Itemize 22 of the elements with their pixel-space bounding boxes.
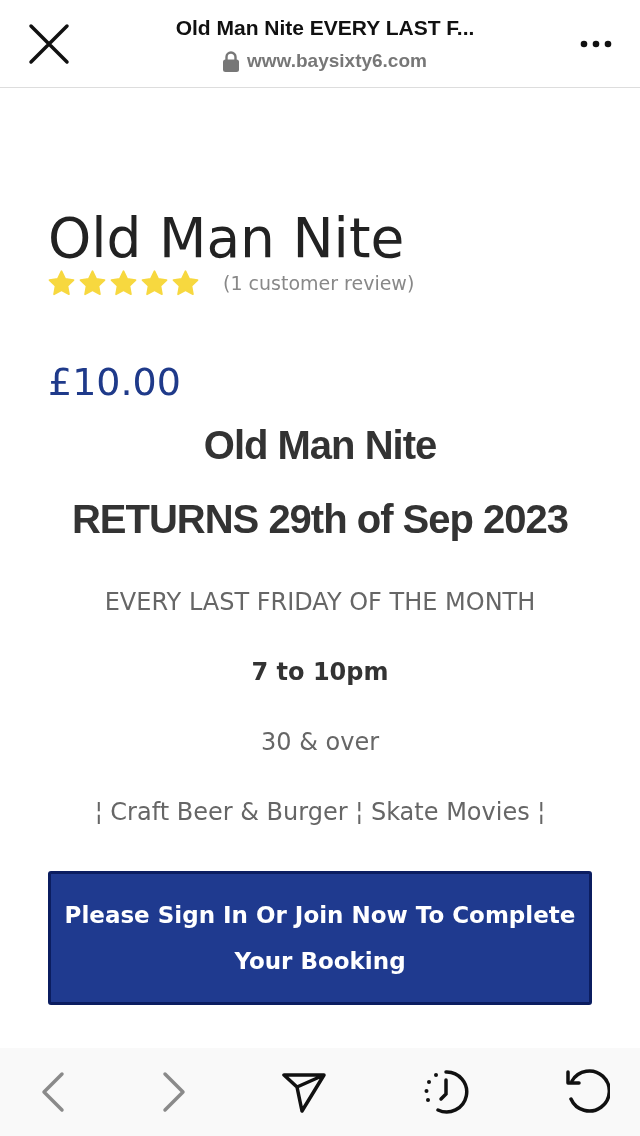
- event-detail: 30 & over: [261, 727, 379, 758]
- review-count[interactable]: (1 customer review): [223, 268, 415, 297]
- lock-icon: [223, 50, 240, 72]
- booking-button[interactable]: Please Sign In Or Join Now To Complete Your Booking: [48, 871, 592, 1005]
- star-icon: [172, 269, 199, 296]
- product-title: Old Man Nite: [48, 208, 406, 269]
- page-title: Old Man Nite EVERY LAST F...: [175, 14, 475, 41]
- event-detail: ¦ Craft Beer & Burger ¦ Skate Movies ¦: [94, 797, 546, 828]
- product-price: £10.00: [48, 363, 182, 401]
- close-button[interactable]: [28, 22, 70, 65]
- reload-button[interactable]: [564, 1069, 610, 1115]
- star-icon: [79, 269, 106, 296]
- star-icon: [48, 269, 75, 296]
- event-heading: RETURNS 29th of Sep 2023: [71, 496, 569, 543]
- share-button[interactable]: [281, 1071, 327, 1113]
- event-detail: EVERY LAST FRIDAY OF THE MONTH: [104, 587, 536, 618]
- event-heading: Old Man Nite: [203, 422, 437, 469]
- star-icon: [110, 269, 137, 296]
- more-icon: [580, 40, 612, 48]
- star-icon: [141, 269, 168, 296]
- page-url: www.baysixty6.com: [247, 49, 427, 73]
- event-time: 7 to 10pm: [251, 657, 389, 688]
